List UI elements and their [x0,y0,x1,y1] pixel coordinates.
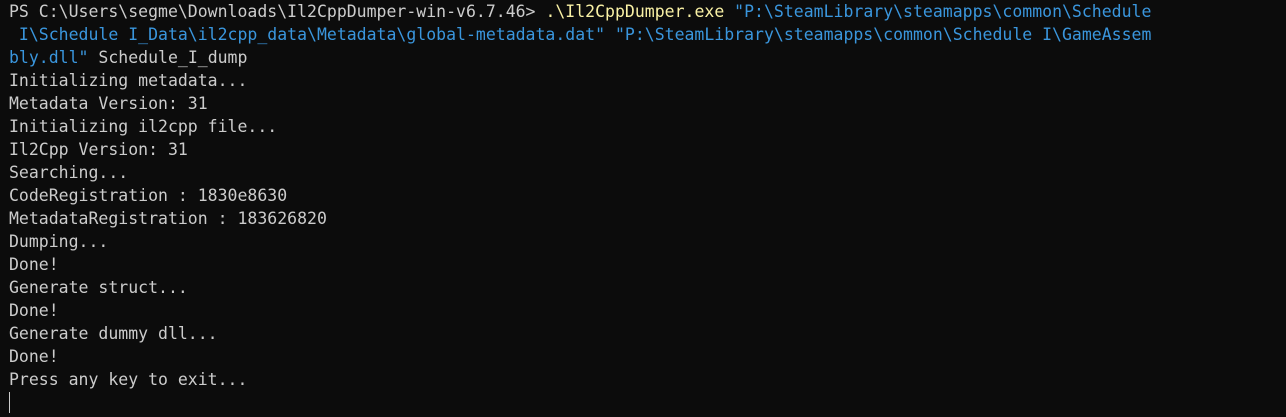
output-line: Done! [9,255,59,274]
terminal-window[interactable]: PS C:\Users\segme\Downloads\Il2CppDumper… [0,0,1286,417]
assembly-path-argument: "P:\SteamLibrary\steamapps\common\Schedu… [605,25,1152,44]
output-dir-argument: Schedule_I_dump [88,48,248,67]
metadata-path-argument: "P:\SteamLibrary\steamapps\common\Schedu… [724,2,1152,21]
output-line: Generate dummy dll... [9,324,218,343]
output-line: Generate struct... [9,278,188,297]
output-line: Dumping... [9,232,109,251]
cursor-line[interactable] [9,391,1286,414]
output-line: Initializing metadata... [9,71,248,90]
command-line-3: bly.dll" Schedule_I_dump [9,46,1286,69]
output-line: Done! [9,347,59,366]
assembly-path-argument-continued: bly.dll" [9,48,89,67]
prompt: PS C:\Users\segme\Downloads\Il2CppDumper… [9,2,546,21]
output-line: Initializing il2cpp file... [9,117,278,136]
output-line: Searching... [9,163,129,182]
text-cursor [9,392,10,413]
output-line: Metadata Version: 31 [9,94,208,113]
metadata-path-argument-continued: I\Schedule I_Data\il2cpp_data\Metadata\g… [9,25,606,44]
output-line: MetadataRegistration : 183626820 [9,209,327,228]
command-line-1: PS C:\Users\segme\Downloads\Il2CppDumper… [9,0,1286,23]
output-line: Done! [9,301,59,320]
output-line: Il2Cpp Version: 31 [9,140,188,159]
command-line-2: I\Schedule I_Data\il2cpp_data\Metadata\g… [9,23,1286,46]
command-executable: .\Il2CppDumper.exe [545,2,725,21]
output-line: Press any key to exit... [9,370,248,389]
output-line: CodeRegistration : 1830e8630 [9,186,288,205]
